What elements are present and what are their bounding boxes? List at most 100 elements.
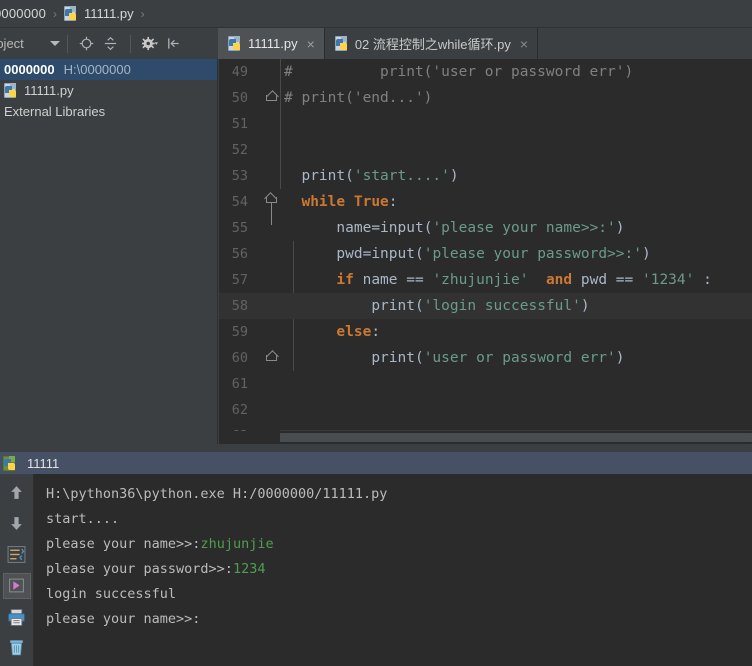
fold-gutter[interactable]: [264, 397, 280, 423]
tree-item-path: H:\0000000: [63, 62, 131, 77]
fold-end-icon[interactable]: [266, 93, 277, 101]
line-number: 55: [231, 220, 248, 236]
code-token: ): [580, 298, 590, 314]
fold-gutter[interactable]: [264, 241, 280, 267]
up-arrow-icon[interactable]: [3, 480, 31, 506]
code-line[interactable]: 60 print('user or password err'): [219, 345, 752, 371]
run-panel-header[interactable]: 11111: [0, 452, 752, 474]
code-token: print('user or password err'): [380, 64, 634, 80]
close-icon[interactable]: ×: [307, 37, 315, 51]
line-number: 59: [231, 324, 248, 340]
scroll-to-end-icon[interactable]: [2, 572, 31, 600]
collapse-all-icon[interactable]: [100, 33, 122, 55]
console-text: please your password>>:: [46, 561, 233, 577]
fold-gutter[interactable]: [264, 111, 280, 137]
run-panel-body: H:\python36\python.exe H:/0000000/11111.…: [0, 474, 752, 666]
code-token: :: [371, 324, 381, 340]
fold-gutter[interactable]: [264, 59, 280, 85]
code-line[interactable]: 57 if name == 'zhujunjie' and pwd == '12…: [219, 267, 752, 293]
code-token: name: [336, 220, 372, 236]
code-line[interactable]: 56 pwd=input('please your password>>:'): [219, 241, 752, 267]
chevron-down-icon[interactable]: [49, 41, 60, 46]
code-line[interactable]: 49 # print('user or password err'): [219, 59, 752, 85]
code-token: 'start....': [353, 168, 450, 184]
editor-horizontal-scrollbar[interactable]: [280, 430, 752, 444]
console-text: start....: [46, 511, 120, 527]
code-line[interactable]: 52: [219, 137, 752, 163]
tree-item-project[interactable]: 0000000 H:\0000000: [0, 59, 217, 80]
code-token: 'zhujunjie': [432, 272, 529, 288]
code-text: print('start....'): [280, 168, 458, 184]
run-panel-divider[interactable]: [0, 444, 752, 452]
fold-gutter[interactable]: [264, 371, 280, 397]
fold-gutter[interactable]: [264, 319, 280, 345]
tree-item-external-libraries[interactable]: External Libraries: [0, 101, 217, 122]
fold-gutter[interactable]: [264, 293, 280, 319]
fold-collapse-icon[interactable]: [266, 194, 277, 203]
code-token: print: [371, 298, 415, 314]
code-token: (: [414, 350, 424, 366]
code-text: print('login successful'): [280, 298, 590, 314]
console-output[interactable]: H:\python36\python.exe H:/0000000/11111.…: [34, 474, 752, 666]
code-token: input: [380, 220, 424, 236]
code-line[interactable]: 58 print('login successful'): [219, 293, 752, 319]
trash-icon[interactable]: [3, 635, 31, 661]
hide-panel-icon[interactable]: [163, 33, 185, 55]
run-panel: 11111 H:\python36\python.exe H:/0000000/…: [0, 444, 752, 666]
fold-gutter[interactable]: [264, 345, 280, 371]
console-text: login successful: [46, 586, 177, 602]
code-token: else: [336, 324, 372, 340]
code-token: input: [371, 246, 415, 262]
tree-item-file[interactable]: 11111.py: [0, 80, 217, 101]
code-editor[interactable]: 49 # print('user or password err') 50 # pri…: [219, 59, 752, 444]
line-number: 52: [231, 142, 248, 158]
fold-gutter[interactable]: [264, 85, 280, 111]
code-token: 'please your password>>:': [423, 246, 642, 262]
fold-end-icon[interactable]: [266, 353, 277, 361]
breadcrumb-file[interactable]: 11111.py: [64, 6, 134, 21]
fold-gutter[interactable]: [264, 267, 280, 293]
scrollbar-thumb[interactable]: [280, 433, 752, 442]
console-text: please your name>>:: [46, 611, 201, 627]
code-line[interactable]: 59 else:: [219, 319, 752, 345]
code-line[interactable]: 53 print('start....'): [219, 163, 752, 189]
fold-gutter[interactable]: [264, 189, 280, 225]
fold-gutter[interactable]: [264, 163, 280, 189]
print-icon[interactable]: [3, 604, 31, 630]
code-line[interactable]: 55 name=input('please your name>>:'): [219, 215, 752, 241]
python-file-icon: [64, 6, 79, 21]
code-line[interactable]: 54 while True:: [219, 189, 752, 225]
locate-target-icon[interactable]: [76, 33, 98, 55]
project-tree: 0000000 H:\0000000 11111.py External Lib…: [0, 59, 218, 444]
fold-gutter[interactable]: [264, 215, 280, 241]
breadcrumb-file-label: 11111.py: [84, 6, 134, 21]
line-number: 57: [231, 272, 248, 288]
console-line: please your name>>:zhujunjie: [46, 532, 752, 557]
console-text: please your name>>:: [46, 536, 201, 552]
code-text: # print('end...'): [280, 90, 432, 106]
project-toolbar: roject: [0, 28, 218, 59]
code-line[interactable]: 62: [219, 397, 752, 423]
down-arrow-icon[interactable]: [3, 511, 31, 537]
editor-tab-label: 11111.py: [248, 36, 298, 51]
code-token: and: [545, 272, 573, 288]
line-number: 54: [231, 194, 248, 210]
breadcrumb-project[interactable]: 0000000: [0, 6, 46, 21]
code-line[interactable]: 61: [219, 371, 752, 397]
python-run-icon: [3, 455, 18, 471]
code-line[interactable]: 51: [219, 111, 752, 137]
run-toolbar: [0, 474, 34, 666]
soft-wrap-icon[interactable]: [3, 542, 31, 568]
settings-gear-icon[interactable]: [139, 33, 161, 55]
console-text: H:\python36\python.exe H:/0000000/11111.…: [46, 486, 388, 502]
code-token: if: [336, 272, 354, 288]
editor-tab-0[interactable]: 11111.py ×: [218, 28, 325, 59]
editor-tab-1[interactable]: 02 流程控制之while循环.py ×: [324, 28, 539, 59]
code-token: :: [694, 272, 712, 288]
code-token: while: [301, 194, 346, 210]
code-line[interactable]: 50 # print('end...'): [219, 85, 752, 111]
fold-gutter[interactable]: [264, 137, 280, 163]
line-number: 58: [231, 298, 248, 314]
close-icon[interactable]: ×: [520, 37, 528, 51]
